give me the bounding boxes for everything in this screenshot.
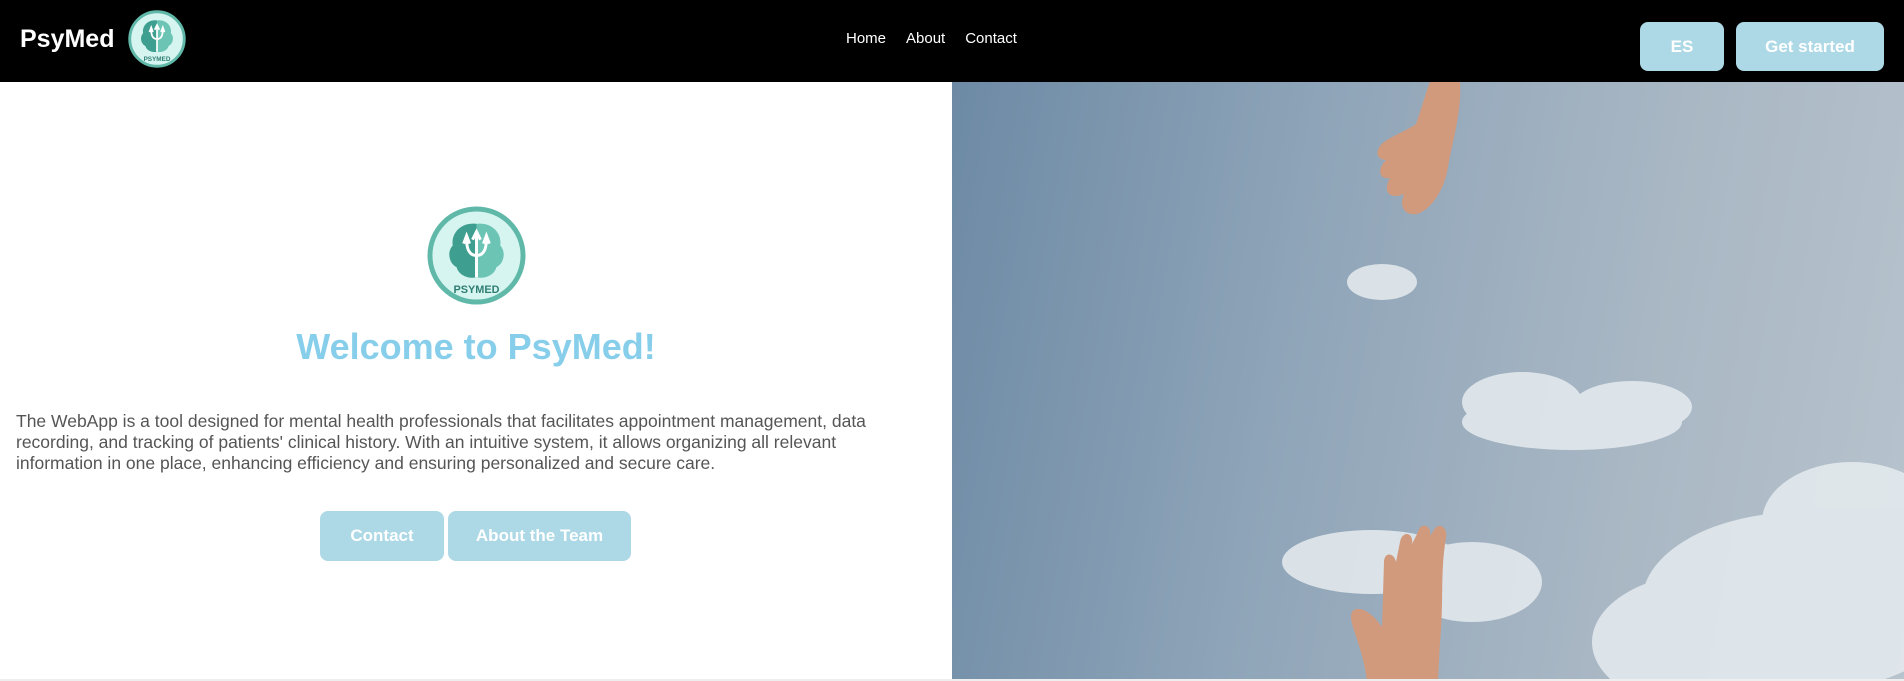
hero-image bbox=[952, 82, 1904, 681]
svg-text:PSYMED: PSYMED bbox=[454, 284, 500, 296]
hero-title: Welcome to PsyMed! bbox=[296, 326, 656, 367]
brain-psi-logo-icon: PSYMED bbox=[427, 206, 526, 305]
upper-hand bbox=[1377, 82, 1461, 215]
get-started-button[interactable]: Get started bbox=[1736, 22, 1884, 71]
hero-section: PSYMED Welcome to PsyMed! The WebApp is … bbox=[0, 82, 952, 681]
sky-hands-image bbox=[1282, 82, 1904, 681]
nav-link-home[interactable]: Home bbox=[846, 30, 886, 48]
nav-links: Home About Contact bbox=[846, 30, 1017, 48]
nav-link-about[interactable]: About bbox=[906, 30, 945, 48]
navbar: PsyMed PSYMED Home About Contact ES Get … bbox=[0, 0, 1904, 82]
contact-button[interactable]: Contact bbox=[320, 511, 444, 561]
hero-description: The WebApp is a tool designed for mental… bbox=[16, 411, 866, 473]
language-button[interactable]: ES bbox=[1640, 22, 1724, 71]
nav-link-contact[interactable]: Contact bbox=[965, 30, 1017, 48]
svg-text:PSYMED: PSYMED bbox=[144, 56, 171, 63]
about-team-button[interactable]: About the Team bbox=[448, 511, 631, 561]
brand-name[interactable]: PsyMed bbox=[20, 24, 114, 54]
brain-psi-logo-icon[interactable]: PSYMED bbox=[128, 10, 186, 68]
